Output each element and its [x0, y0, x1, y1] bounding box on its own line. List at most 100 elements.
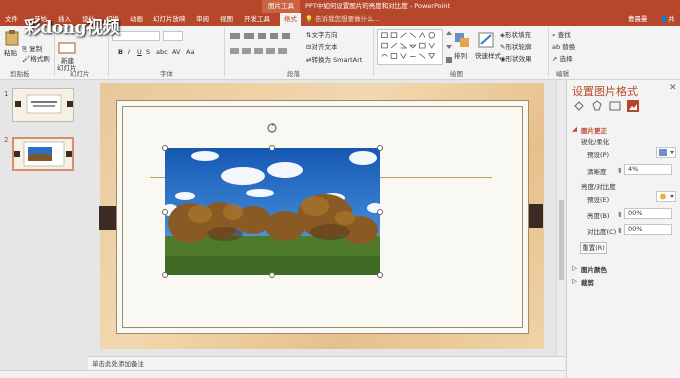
scrollbar-thumb[interactable] [559, 200, 564, 280]
shapes-gallery[interactable] [377, 29, 443, 65]
lightbulb-icon: 💡 [305, 15, 314, 23]
contrast-slider[interactable]: ▮ [618, 226, 622, 234]
shadow-button[interactable]: abc [156, 48, 168, 56]
tab-animations[interactable]: 动画 [130, 13, 143, 26]
pane-title: 设置图片格式 [572, 85, 638, 98]
find-label: 查找 [557, 31, 571, 39]
font-name-input[interactable] [112, 31, 160, 41]
sharpness-label: 清晰度 [587, 168, 607, 176]
brightness-input[interactable]: 00% [624, 208, 672, 219]
arrange-button[interactable]: 排列 [454, 50, 467, 60]
selected-picture[interactable] [165, 148, 380, 275]
tab-file[interactable]: 文件 [5, 13, 18, 26]
convert-smartart-button[interactable]: ⇄转换为 SmartArt [306, 54, 362, 64]
smartart-label: 转换为 SmartArt [311, 56, 363, 64]
quick-styles-icon[interactable] [478, 32, 494, 48]
sharpen-preset-dropdown[interactable] [656, 147, 676, 158]
tab-developer[interactable]: 开发工具 [244, 13, 270, 26]
editing-group-label: 编辑 [556, 70, 569, 78]
paste-icon[interactable] [5, 29, 19, 46]
paste-button[interactable]: 粘贴 [4, 47, 17, 57]
resize-handle[interactable] [377, 209, 383, 215]
effects-icon[interactable] [591, 100, 603, 112]
font-size-input[interactable] [163, 31, 183, 41]
notes-pane[interactable]: 单击此处添加备注 [88, 356, 565, 370]
slide-2-preview [14, 141, 72, 167]
tab-slideshow[interactable]: 幻灯片放映 [153, 13, 186, 26]
resize-handle[interactable] [162, 145, 168, 151]
share-button[interactable]: 👤共享 [660, 13, 680, 36]
copy-label: 复制 [29, 45, 43, 53]
slide-thumbnail-1[interactable] [12, 88, 74, 122]
strikethrough-button[interactable]: S [146, 48, 150, 56]
slide-number: 1 [4, 90, 9, 98]
font-group-label: 字体 [160, 70, 173, 78]
paragraph-group-label: 段落 [287, 70, 300, 78]
brightness-preset-dropdown[interactable] [656, 191, 676, 202]
section-crop[interactable]: 裁剪 [581, 277, 594, 287]
picture-icon[interactable] [627, 100, 639, 112]
divider [373, 28, 374, 76]
sharpness-input[interactable]: 4% [624, 164, 672, 175]
brightness-label: 亮度(B) [587, 212, 610, 220]
section-picture-color[interactable]: 图片颜色 [581, 264, 607, 274]
shape-outline-button[interactable]: ✎形状轮廓 [500, 41, 531, 51]
tell-me-text: 告诉我您想要做什么... [315, 15, 380, 23]
vertical-scrollbar[interactable] [556, 80, 565, 356]
fill-line-icon[interactable] [573, 100, 585, 112]
divider [548, 28, 549, 76]
reset-button[interactable]: 重置(R) [580, 242, 607, 254]
new-slide-icon[interactable] [58, 42, 76, 54]
resize-handle[interactable] [269, 272, 275, 278]
shape-fill-button[interactable]: ◈形状填充 [500, 29, 531, 39]
resize-handle[interactable] [162, 272, 168, 278]
user-name[interactable]: 曹晨曼 [628, 13, 648, 26]
char-spacing-button[interactable]: AV [172, 48, 180, 56]
resize-handle[interactable] [269, 145, 275, 151]
document-title: PPT中如何设置图片的亮度和对比度 - PowerPoint [305, 2, 451, 10]
shape-outline-label: 形状轮廓 [505, 43, 532, 51]
replace-button[interactable]: ab 替换 [552, 41, 575, 51]
underline-button[interactable]: U [137, 48, 142, 56]
arrange-icon[interactable] [454, 32, 470, 48]
italic-button[interactable]: I [128, 48, 130, 56]
share-icon: 👤 [660, 15, 669, 23]
close-icon[interactable]: ✕ [669, 83, 677, 93]
tell-me-search[interactable]: 💡 告诉我您想要做什么... [305, 13, 380, 26]
chevron-right-icon: ▷ [572, 264, 577, 272]
find-button[interactable]: ⌕ 查找 [552, 29, 571, 40]
text-direction-button[interactable]: ⇅文字方向 [306, 29, 337, 39]
align-text-button[interactable]: ⊟对齐文本 [306, 41, 337, 51]
format-picture-pane: 设置图片格式 ✕ 图片更正 ◢ 锐化/柔化 预设(P) 清晰度 ▮ 4% 亮度/… [566, 80, 680, 378]
change-case-button[interactable]: Aa [186, 48, 194, 56]
contrast-input[interactable]: 00% [624, 224, 672, 235]
title-bar: 图片工具 PPT中如何设置图片的亮度和对比度 - PowerPoint [0, 0, 680, 13]
size-properties-icon[interactable] [609, 100, 621, 112]
gallery-scroll-icon[interactable] [446, 31, 452, 65]
bold-button[interactable]: B [118, 48, 123, 56]
preset-label-sharpen: 预设(P) [587, 151, 609, 159]
slide-thumbnail-panel: 1 2 [0, 80, 88, 356]
resize-handle[interactable] [377, 272, 383, 278]
replace-label: 替换 [562, 43, 576, 51]
tab-view[interactable]: 视图 [220, 13, 233, 26]
brightness-slider[interactable]: ▮ [618, 210, 622, 218]
rotate-handle-icon[interactable] [266, 122, 278, 134]
divider [224, 28, 225, 76]
select-button[interactable]: ➚ 选择 [552, 53, 573, 63]
chevron-down-icon [659, 149, 674, 156]
slide-1-preview [15, 94, 73, 114]
resize-handle[interactable] [162, 209, 168, 215]
slide-thumbnail-2[interactable] [12, 137, 74, 171]
format-painter-button[interactable]: 🖌格式刷 [22, 53, 50, 63]
section-picture-corrections[interactable]: 图片更正 [581, 125, 607, 135]
tab-format[interactable]: 格式 [280, 13, 301, 26]
quick-styles-button[interactable]: 快速样式 [475, 50, 501, 60]
align-buttons-icon[interactable] [230, 46, 300, 56]
picture-tools-context-label: 图片工具 [262, 0, 300, 13]
resize-handle[interactable] [377, 145, 383, 151]
sharpness-slider[interactable]: ▮ [618, 166, 622, 174]
tab-review[interactable]: 审阅 [196, 13, 209, 26]
shape-effects-button[interactable]: ◉形状效果 [500, 53, 532, 63]
list-buttons-icon[interactable] [230, 31, 300, 41]
